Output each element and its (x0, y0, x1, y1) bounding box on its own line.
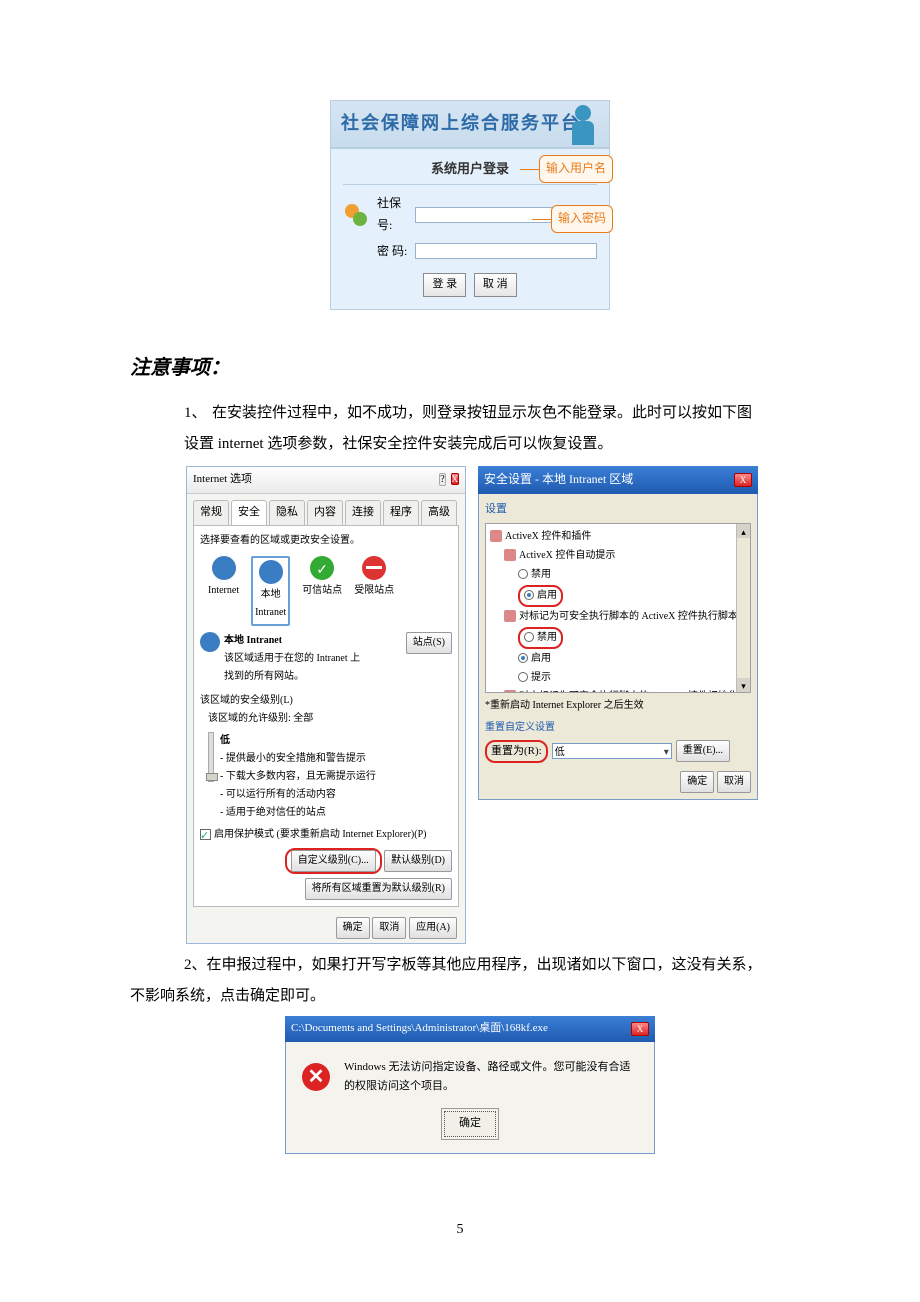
error-title-text: C:\Documents and Settings\Administrator\… (291, 1019, 548, 1039)
login-panel: 系统用户登录 社保号: 密 码: 输入用户名 输入密码 登 录 取 消 (330, 148, 610, 310)
zone-prompt: 选择要查看的区域或更改安全设置。 (200, 532, 452, 550)
sites-button[interactable]: 站点(S) (406, 632, 452, 654)
ie-apply-button[interactable]: 应用(A) (409, 917, 457, 939)
local-intranet-title: 本地 Intranet (224, 632, 360, 650)
globe-icon (200, 632, 220, 652)
zone-trusted[interactable]: 可信站点 (302, 556, 342, 626)
tab-programs[interactable]: 程序 (383, 500, 419, 525)
login-banner: 社会保障网上综合服务平台 (330, 100, 610, 148)
gear-icon (504, 549, 516, 561)
tab-privacy[interactable]: 隐私 (269, 500, 305, 525)
tab-connections[interactable]: 连接 (345, 500, 381, 525)
error-icon: ✕ (302, 1063, 330, 1091)
notice-item-1-number: 1、 (184, 400, 212, 427)
reset-to-dropdown[interactable]: 低 (552, 743, 672, 759)
login-pass-input[interactable] (415, 243, 597, 259)
security-settings-list[interactable]: ActiveX 控件和插件 ActiveX 控件自动提示 禁用 启用 对标记为可… (485, 523, 751, 693)
tab-general[interactable]: 常规 (193, 500, 229, 525)
cancel-button[interactable]: 取 消 (474, 273, 517, 297)
error-message: Windows 无法访问指定设备、路径或文件。您可能没有合适的权限访问这个项目。 (344, 1058, 638, 1098)
banner-figure-icon (565, 105, 601, 145)
error-close-button[interactable]: X (631, 1022, 649, 1036)
gear-icon (504, 690, 516, 692)
error-titlebar: C:\Documents and Settings\Administrator\… (285, 1016, 655, 1042)
tab-advanced[interactable]: 高级 (421, 500, 457, 525)
settings-label: 设置 (485, 500, 751, 520)
internet-options-titlebar: Internet 选项 ? X (187, 467, 465, 494)
error-ok-button[interactable]: 确定 (444, 1111, 496, 1137)
restart-note: *重新启动 Internet Explorer 之后生效 (485, 697, 751, 715)
tab-content[interactable]: 内容 (307, 500, 343, 525)
notice-item-1-line2: 设置 internet 选项参数，社保安全控件安装完成后可以恢复设置。 (184, 431, 810, 458)
security-settings-titlebar: 安全设置 - 本地 Intranet 区域 X (478, 466, 758, 494)
callout-username: 输入用户名 (539, 155, 613, 183)
avatar-icon (343, 202, 369, 228)
notice-heading: 注意事项： (130, 350, 810, 386)
reset-button[interactable]: 重置(E)... (676, 740, 730, 762)
login-figure: 社会保障网上综合服务平台 系统用户登录 社保号: 密 码: 输入用户名 输入密码… (330, 100, 610, 310)
zone-restricted[interactable]: 受限站点 (354, 556, 394, 626)
notice-item-2-number: 2、 (184, 957, 207, 973)
scrollbar[interactable]: ▴▾ (736, 524, 750, 692)
sec-ok-button[interactable]: 确定 (680, 771, 714, 793)
notice-item-1-line1: 1、在安装控件过程中，如不成功，则登录按钮显示灰色不能登录。此时可以按如下图 (184, 400, 810, 427)
default-level-button[interactable]: 默认级别(D) (384, 850, 452, 872)
zone-local-intranet[interactable]: 本地 Intranet (251, 556, 290, 626)
radio-enable[interactable] (518, 653, 528, 663)
notice-item-2-line2: 不影响系统，点击确定即可。 (130, 983, 810, 1010)
activex-group-icon (490, 530, 502, 542)
notice-item-2-line1: 2、在申报过程中，如果打开写字板等其他应用程序，出现诸如以下窗口，这没有关系， (130, 952, 810, 979)
login-button[interactable]: 登 录 (423, 273, 466, 297)
login-user-label: 社保号: (377, 193, 415, 236)
error-dialog: C:\Documents and Settings\Administrator\… (285, 1016, 655, 1154)
radio-enable[interactable] (524, 590, 534, 600)
radio-prompt[interactable] (518, 672, 528, 682)
internet-options-tabs: 常规 安全 隐私 内容 连接 程序 高级 (187, 494, 465, 525)
login-pass-label: 密 码: (377, 241, 415, 263)
ie-ok-button[interactable]: 确定 (336, 917, 370, 939)
radio-disable[interactable] (518, 569, 528, 579)
reset-all-zones-button[interactable]: 将所有区域重置为默认级别(R) (305, 878, 452, 900)
security-level-slider[interactable] (208, 732, 214, 782)
login-banner-title: 社会保障网上综合服务平台 (341, 113, 581, 133)
callout-password: 输入密码 (551, 205, 613, 233)
page-number: 5 (457, 1217, 464, 1242)
security-settings-dialog: 安全设置 - 本地 Intranet 区域 X 设置 ActiveX 控件和插件… (478, 466, 758, 944)
reset-custom-label: 重置自定义设置 (485, 719, 751, 737)
security-close-button[interactable]: X (734, 473, 752, 487)
gear-icon (504, 610, 516, 622)
close-button[interactable]: X (451, 473, 460, 485)
sec-cancel-button[interactable]: 取消 (717, 771, 751, 793)
zone-internet[interactable]: Internet (208, 556, 239, 626)
protected-mode-checkbox[interactable] (200, 829, 211, 840)
help-button[interactable]: ? (439, 473, 445, 486)
tab-security[interactable]: 安全 (231, 500, 267, 525)
security-level-label: 该区域的安全级别(L) (200, 692, 452, 710)
radio-disable[interactable] (524, 632, 534, 642)
internet-options-title: Internet 选项 (193, 470, 252, 490)
custom-level-button[interactable]: 自定义级别(C)... (291, 850, 376, 872)
ie-cancel-button[interactable]: 取消 (372, 917, 406, 939)
internet-options-dialog: Internet 选项 ? X 常规 安全 隐私 内容 连接 程序 高级 选择要… (186, 466, 466, 944)
